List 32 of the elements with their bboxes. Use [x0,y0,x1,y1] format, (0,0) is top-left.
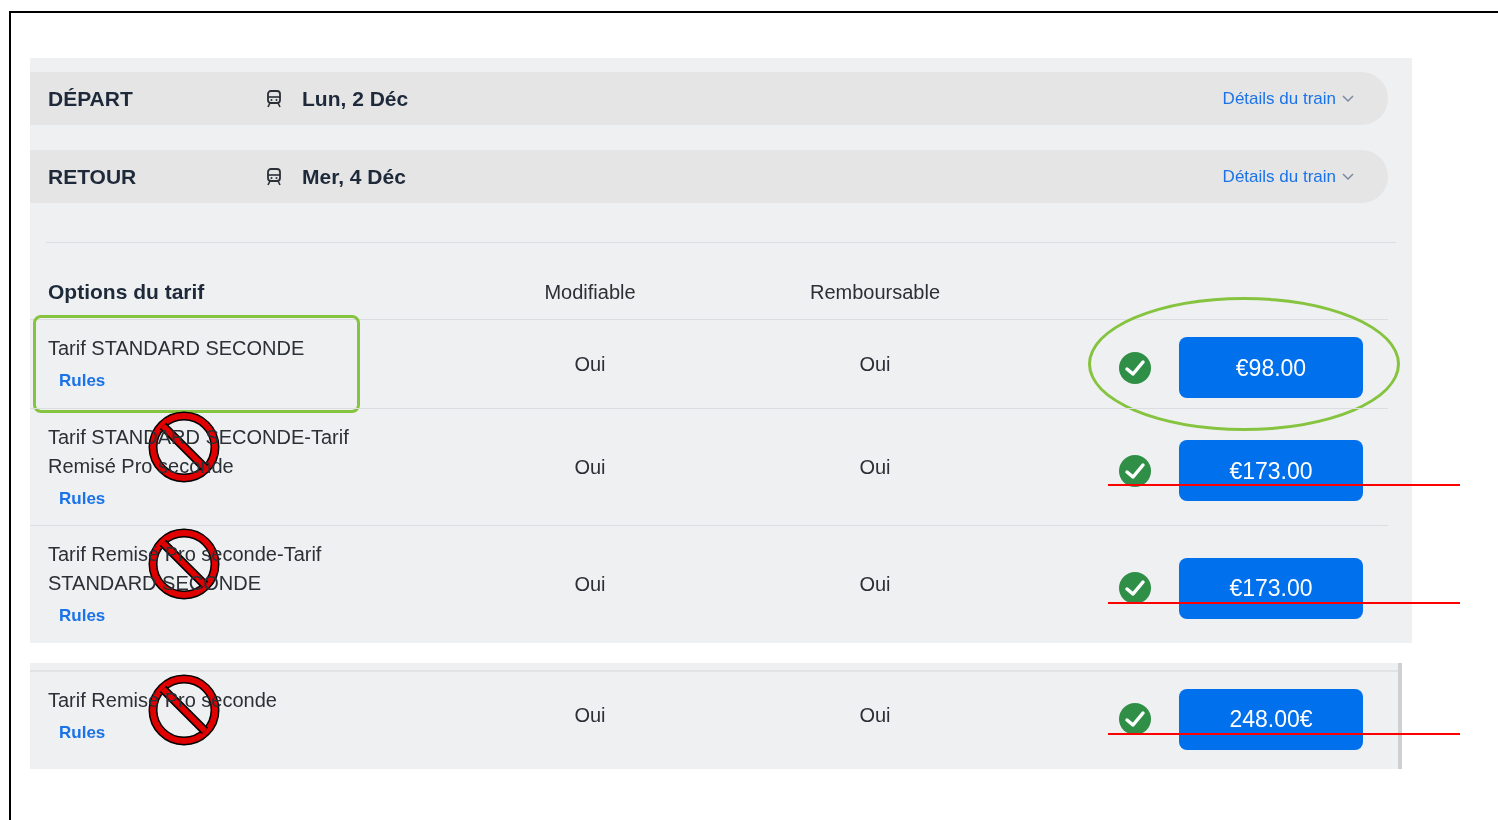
journey-label: RETOUR [48,163,138,190]
refundable-value: Oui [858,572,892,598]
modifiable-value: Oui [573,572,607,598]
check-circle-icon [1118,350,1152,385]
train-details-link[interactable]: Détails du train [1222,85,1354,112]
refundable-value: Oui [858,454,892,480]
rules-link[interactable]: Rules [59,603,106,629]
column-header: Options du tarif [47,279,206,306]
refundable-value: Oui [858,351,892,377]
modifiable-value: Oui [573,703,607,729]
modifiable-value: Oui [573,351,607,377]
column-header: Modifiable [543,280,637,305]
price-button[interactable]: €98.00 [1179,337,1363,399]
price-button[interactable]: €173.00 [1179,440,1363,502]
refundable-value: Oui [858,703,892,729]
chevron-down-icon [1342,172,1354,181]
journey-date: Mer, 4 Déc [302,163,406,190]
journey-date: Lun, 2 Déc [302,85,409,112]
rules-link[interactable]: Rules [59,719,106,745]
price-button[interactable]: €173.00 [1179,557,1363,619]
train-icon [264,88,284,109]
modifiable-value: Oui [573,454,607,480]
check-circle-icon [1118,453,1152,488]
price-button[interactable]: 248.00€ [1179,688,1363,750]
column-header: Remboursable [808,280,942,305]
journey-label: DÉPART [48,85,134,112]
fare-name: Tarif STANDARD SECONDE [48,336,306,361]
rules-link[interactable]: Rules [59,485,106,511]
rules-link[interactable]: Rules [59,368,106,394]
chevron-down-icon [1342,94,1354,103]
train-icon [264,166,284,187]
train-details-link[interactable]: Détails du train [1222,163,1354,190]
